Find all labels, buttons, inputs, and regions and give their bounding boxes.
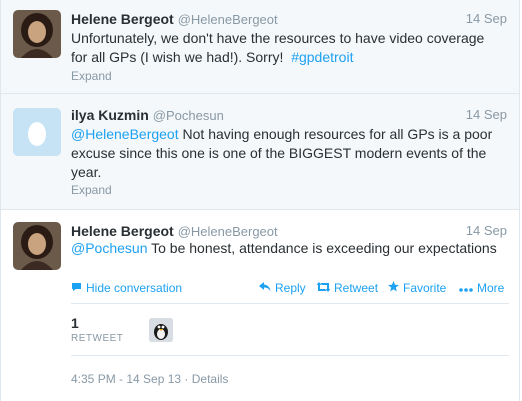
author-handle[interactable]: @HeleneBergeot [178, 12, 278, 27]
tweet-text: @Pochesun To be honest, attendance is ex… [71, 239, 501, 258]
tweet-text: Unfortunately, we don't have the resourc… [71, 29, 501, 67]
mention-link[interactable]: @Pochesun [71, 240, 147, 256]
tweet-meta: 4:35 PM - 14 Sep 13 · Details [71, 372, 229, 386]
retweet-icon [316, 280, 331, 296]
tweet-1[interactable]: Helene Bergeot @HeleneBergeot 14 Sep Unfo… [0, 0, 520, 94]
tweet-time[interactable]: 14 Sep [466, 106, 507, 124]
tweet-time[interactable]: 14 Sep [466, 10, 507, 28]
tweet-text: @HeleneBergeot Not having enough resourc… [71, 125, 501, 182]
reply-button[interactable]: Reply [259, 280, 306, 296]
hide-conversation-link[interactable]: Hide conversation [71, 280, 182, 296]
more-button[interactable]: More [459, 280, 504, 296]
tweet-2[interactable]: ilya Kuzmin @Pochesun 14 Sep @HeleneBerge… [0, 94, 520, 210]
expand-link[interactable]: Expand [71, 182, 112, 198]
author-name[interactable]: ilya Kuzmin [71, 107, 149, 123]
divider [71, 303, 509, 304]
tweet-header: Helene Bergeot @HeleneBergeot [71, 222, 278, 240]
retweet-count[interactable]: 1 [71, 315, 79, 331]
divider [71, 355, 509, 356]
retweet-button[interactable]: Retweet [316, 280, 379, 296]
author-name[interactable]: Helene Bergeot [71, 11, 174, 27]
hashtag-link[interactable]: #gpdetroit [291, 49, 353, 65]
avatar-helene[interactable] [13, 222, 61, 270]
favorite-button[interactable]: Favorite [388, 280, 446, 296]
tweet-header: Helene Bergeot @HeleneBergeot [71, 10, 278, 28]
expand-link[interactable]: Expand [71, 68, 112, 84]
author-name[interactable]: Helene Bergeot [71, 223, 174, 239]
retweet-count-label: RETWEET [71, 333, 124, 344]
avatar-helene[interactable] [13, 10, 61, 58]
tweet-body: Unfortunately, we don't have the resourc… [71, 30, 485, 65]
retweeter-avatar[interactable] [149, 318, 173, 342]
tweet-header: ilya Kuzmin @Pochesun [71, 106, 224, 124]
details-link[interactable]: Details [192, 372, 229, 386]
egg-avatar-icon[interactable] [13, 108, 61, 156]
reply-label: Reply [275, 281, 306, 295]
retweet-label: Retweet [334, 281, 379, 295]
favorite-label: Favorite [403, 281, 447, 295]
more-label: More [477, 281, 505, 295]
author-handle[interactable]: @Pochesun [153, 108, 224, 123]
star-icon [388, 280, 399, 296]
author-handle[interactable]: @HeleneBergeot [178, 224, 278, 239]
speech-bubble-icon [71, 280, 82, 296]
tweet-3-expanded[interactable]: Helene Bergeot @HeleneBergeot 14 Sep @Poc… [0, 210, 520, 401]
tweet-actions: Hide conversation Reply Retweet Favorite… [71, 280, 509, 296]
tweet-timestamp[interactable]: 4:35 PM - 14 Sep 13 [71, 372, 181, 386]
mention-link[interactable]: @HeleneBergeot [71, 126, 179, 142]
tweet-time[interactable]: 14 Sep [466, 222, 507, 240]
more-dots-icon [459, 280, 473, 296]
reply-arrow-icon [259, 280, 271, 296]
hide-conversation-label: Hide conversation [86, 281, 183, 295]
tweet-body: To be honest, attendance is exceeding ou… [151, 240, 497, 256]
